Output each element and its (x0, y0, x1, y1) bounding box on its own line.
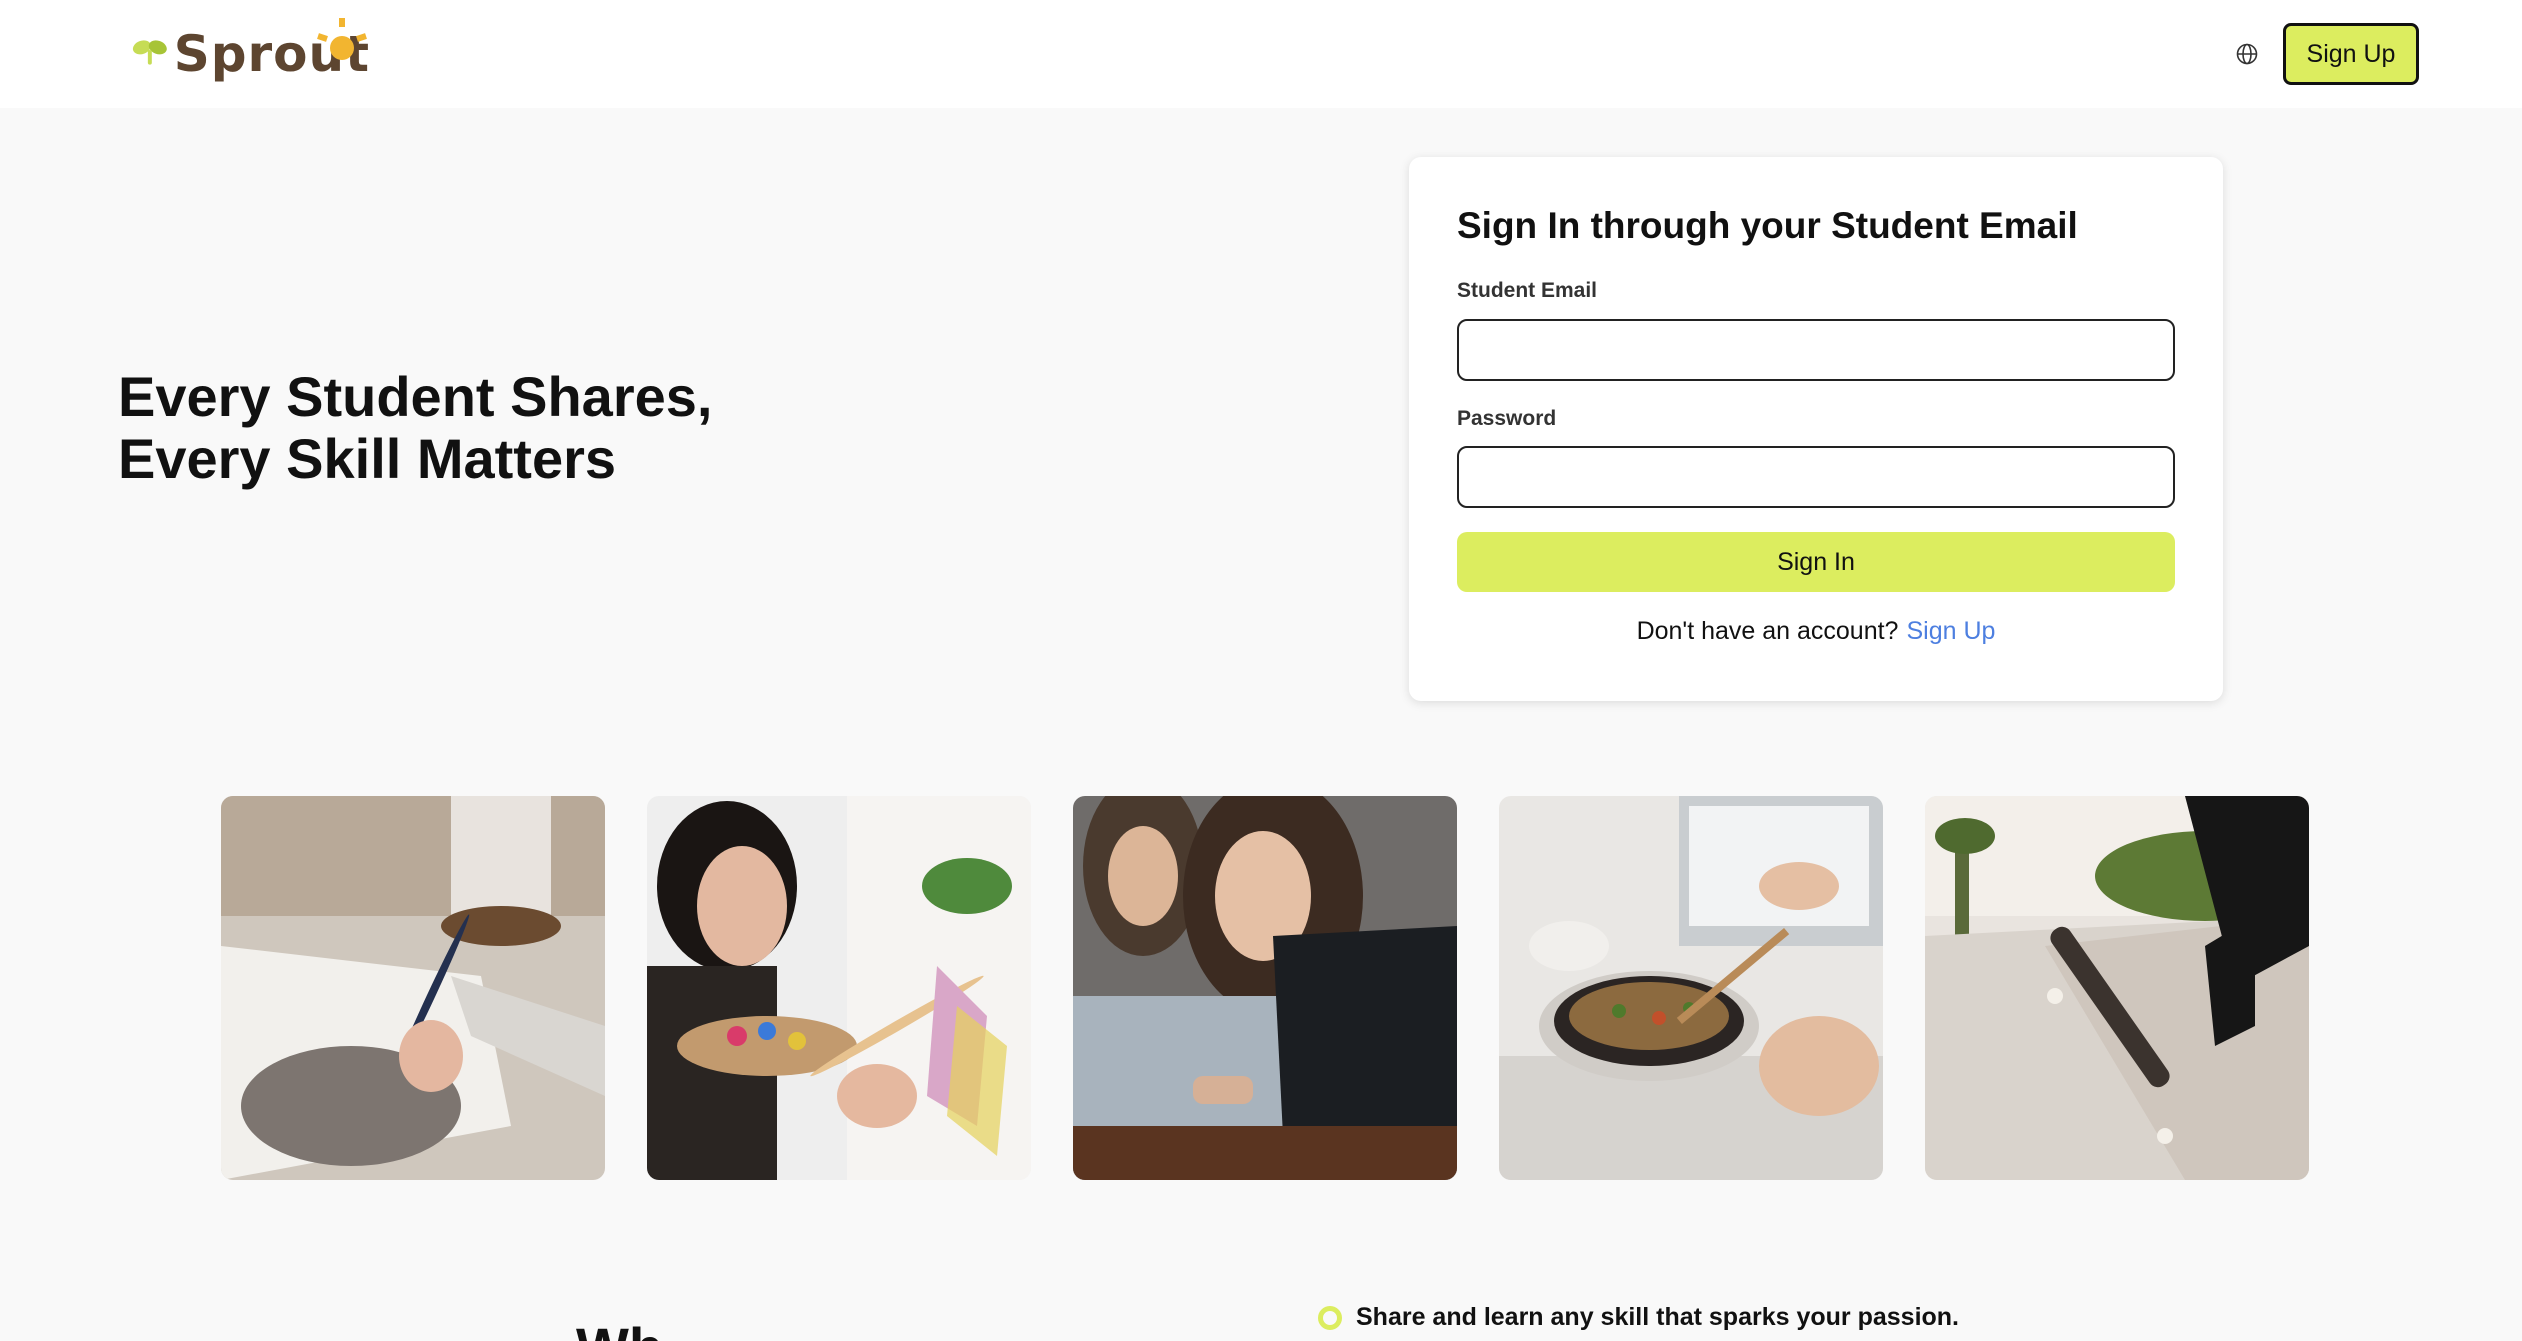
laptop-photo (1073, 796, 1457, 1180)
writing-photo (221, 796, 605, 1180)
signup-link[interactable]: Sign Up (1906, 617, 1995, 645)
no-account-text: Don't have an account? (1636, 617, 1899, 645)
sprout-logo[interactable]: Sprout (130, 18, 370, 86)
signin-card: Sign In through your Student Email Stude… (1409, 157, 2223, 701)
sprout-leaf-icon (132, 40, 167, 65)
email-label: Student Email (1457, 279, 1598, 302)
signin-title: Sign In through your Student Email (1457, 205, 2078, 246)
password-label: Password (1457, 407, 1557, 430)
globe-icon[interactable] (2235, 42, 2259, 66)
email-field[interactable] (1457, 319, 2175, 381)
bullet-ring-icon (1318, 1305, 1342, 1330)
password-field[interactable] (1457, 446, 2175, 508)
top-bar: Sprout Sign Up (0, 0, 2522, 108)
cooking-photo (1499, 796, 1883, 1180)
hero-title: Every Student Shares, Every Skill Matter… (118, 366, 712, 490)
section-heading-partial: Wh (576, 1318, 663, 1341)
sun-icon (317, 18, 367, 60)
hero-line-1: Every Student Shares, (118, 365, 713, 428)
skateboarding-photo (1925, 796, 2309, 1180)
signup-button[interactable]: Sign Up (2283, 23, 2419, 85)
painting-photo (647, 796, 1031, 1180)
signup-prompt: Don't have an account? Sign Up (1409, 617, 2223, 646)
feature-bullet: Share and learn any skill that sparks yo… (1318, 1303, 1959, 1332)
signin-button[interactable]: Sign In (1457, 532, 2175, 592)
feature-bullet-text: Share and learn any skill that sparks yo… (1356, 1303, 1960, 1331)
hero-line-2: Every Skill Matters (118, 427, 617, 490)
